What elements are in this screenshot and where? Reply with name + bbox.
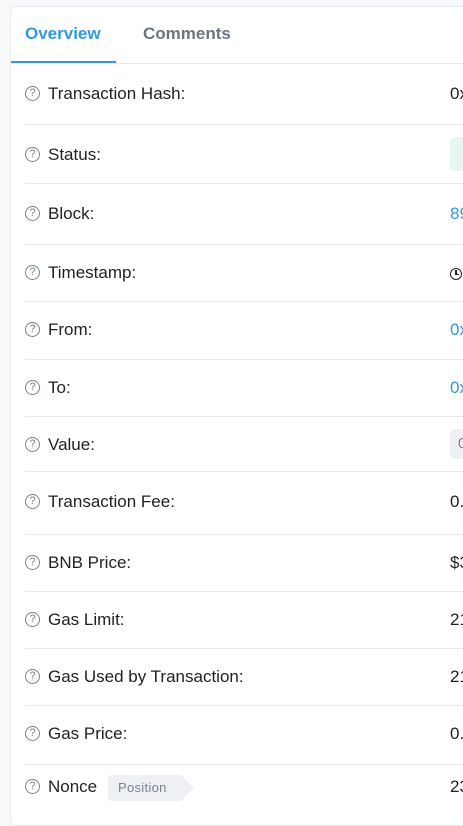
- help-icon[interactable]: ?: [25, 380, 40, 395]
- help-icon[interactable]: ?: [25, 322, 40, 337]
- row-label: Value:: [48, 435, 95, 454]
- bnb-price-value: $3: [450, 553, 463, 572]
- gas-limit-value: 21: [450, 610, 463, 629]
- row-bnb-price: ? BNB Price: $3: [25, 535, 463, 592]
- value-amount-badge: 0: [450, 429, 463, 459]
- help-icon[interactable]: ?: [25, 669, 40, 684]
- help-icon[interactable]: ?: [25, 206, 40, 221]
- row-label: Gas Limit:: [48, 610, 125, 629]
- tab-comments[interactable]: Comments: [143, 24, 231, 44]
- row-status: ? Status:: [25, 125, 463, 184]
- gas-used-value: 21: [450, 667, 463, 686]
- row-label: Status:: [48, 145, 101, 164]
- to-address-link[interactable]: 0x: [450, 378, 463, 398]
- row-value: ? Value: 0: [25, 417, 463, 472]
- gas-price-value: 0.: [450, 724, 463, 743]
- row-label: Block:: [48, 204, 95, 223]
- help-icon[interactable]: ?: [25, 726, 40, 741]
- status-badge: [450, 137, 463, 171]
- help-icon[interactable]: ?: [25, 779, 40, 794]
- help-icon[interactable]: ?: [25, 612, 40, 627]
- tab-overview[interactable]: Overview: [25, 24, 101, 44]
- clock-icon: [450, 268, 462, 280]
- row-label: Timestamp:: [48, 263, 137, 282]
- row-gas-price: ? Gas Price: 0.: [25, 706, 463, 765]
- row-label: Gas Used by Transaction:: [48, 667, 244, 686]
- help-icon[interactable]: ?: [25, 437, 40, 452]
- block-link[interactable]: 89: [450, 204, 463, 224]
- row-label: Nonce: [48, 777, 98, 796]
- row-to: ? To: 0x: [25, 360, 463, 417]
- row-from: ? From: 0x: [25, 302, 463, 360]
- transaction-fee-value: 0.: [450, 492, 463, 511]
- row-label: Transaction Hash:: [48, 84, 186, 103]
- tab-bar: Overview Comments: [11, 7, 463, 64]
- help-icon[interactable]: ?: [25, 265, 40, 280]
- row-label: To:: [48, 378, 71, 397]
- row-transaction-hash: ? Transaction Hash: 0x: [25, 63, 463, 125]
- transaction-hash-value[interactable]: 0x: [450, 84, 463, 104]
- position-badge: Position: [108, 775, 194, 801]
- help-icon[interactable]: ?: [25, 147, 40, 162]
- row-block: ? Block: 89: [25, 184, 463, 245]
- row-gas-used: ? Gas Used by Transaction: 21: [25, 649, 463, 706]
- transaction-details-card: Overview Comments ? Transaction Hash: 0x…: [10, 6, 463, 826]
- row-label: Gas Price:: [48, 724, 128, 743]
- nonce-value: 23: [450, 777, 463, 796]
- row-label: Transaction Fee:: [48, 492, 175, 511]
- help-icon[interactable]: ?: [25, 494, 40, 509]
- row-label: BNB Price:: [48, 553, 132, 572]
- row-nonce: ? Nonce Position 23: [25, 765, 463, 825]
- row-gas-limit: ? Gas Limit: 21: [25, 592, 463, 649]
- from-address-link[interactable]: 0x: [450, 320, 463, 340]
- row-timestamp: ? Timestamp:: [25, 245, 463, 302]
- help-icon[interactable]: ?: [25, 86, 40, 101]
- row-label: From:: [48, 320, 93, 339]
- row-transaction-fee: ? Transaction Fee: 0.: [25, 472, 463, 535]
- help-icon[interactable]: ?: [25, 555, 40, 570]
